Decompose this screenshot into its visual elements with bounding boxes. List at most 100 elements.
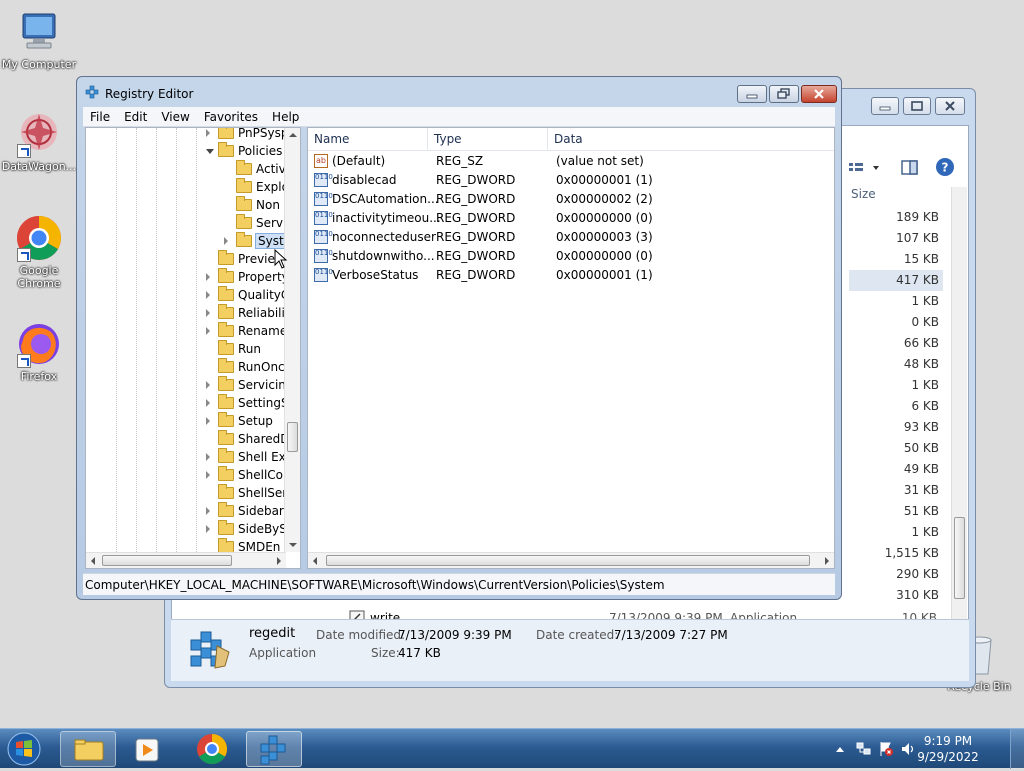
tree-node[interactable]: PnPSysp — [206, 128, 288, 142]
mouse-cursor-icon — [274, 249, 288, 269]
maximize-button[interactable] — [769, 85, 799, 103]
collapsed-arrow-icon[interactable] — [224, 237, 228, 245]
collapsed-arrow-icon[interactable] — [206, 399, 210, 407]
size-cell: 107 KB — [896, 231, 939, 245]
tree-node-label: Sidebar — [238, 504, 284, 518]
value-row[interactable]: 0110 shutdownwitho... REG_DWORD 0x00000000 … — [308, 247, 834, 266]
column-header-data[interactable]: Data — [548, 128, 836, 150]
collapsed-arrow-icon[interactable] — [206, 381, 210, 389]
explorer-minimize-button[interactable] — [871, 97, 899, 115]
scroll-right-icon[interactable] — [272, 553, 286, 569]
network-icon[interactable] — [856, 741, 872, 760]
menu-favorites[interactable]: Favorites — [197, 107, 265, 124]
tree-node[interactable]: Run — [218, 340, 261, 358]
desktop-icon-firefox[interactable]: Firefox — [0, 320, 78, 383]
collapsed-arrow-icon[interactable] — [206, 507, 210, 515]
collapsed-arrow-icon[interactable] — [206, 291, 210, 299]
tree-node[interactable]: Activ — [236, 160, 286, 178]
registry-editor-window[interactable]: Registry Editor File Edit View Favorites Hel… — [76, 76, 842, 600]
menu-edit[interactable]: Edit — [117, 107, 154, 124]
tree-node[interactable]: Previe — [218, 250, 275, 268]
show-desktop-button[interactable] — [1010, 729, 1024, 769]
tree-node[interactable]: SideByS — [206, 520, 287, 538]
explorer-maximize-button[interactable] — [903, 97, 931, 115]
collapsed-arrow-icon[interactable] — [206, 327, 210, 335]
key-tree[interactable]: PnPSysp Policies Activ Explo Non Serv Syste Pre… — [85, 127, 301, 569]
tree-node[interactable]: Serv — [236, 214, 283, 232]
taskbar-media-player-button[interactable] — [120, 731, 176, 767]
collapsed-arrow-icon[interactable] — [206, 525, 210, 533]
desktop-icon-my-computer[interactable]: My Computer — [0, 8, 78, 71]
menu-view[interactable]: View — [154, 107, 196, 124]
tree-node[interactable]: Explo — [236, 178, 289, 196]
scroll-right-icon[interactable] — [820, 553, 834, 569]
action-center-icon[interactable] — [878, 741, 894, 760]
taskbar: 9:19 PM 9/29/2022 — [0, 728, 1024, 769]
desktop-icon-google-chrome[interactable]: Google Chrome — [0, 214, 78, 290]
start-button[interactable] — [4, 731, 48, 767]
tree-node[interactable]: RunOnc — [218, 358, 285, 376]
tree-node[interactable]: SettingS — [206, 394, 289, 412]
tree-node[interactable]: Rename — [206, 322, 287, 340]
collapsed-arrow-icon[interactable] — [206, 417, 210, 425]
tree-node[interactable]: Non — [236, 196, 280, 214]
tree-node[interactable]: Policies — [206, 142, 282, 160]
taskbar-chrome-button[interactable] — [184, 731, 240, 767]
taskbar-explorer-button[interactable] — [60, 731, 116, 767]
expanded-arrow-icon[interactable] — [206, 149, 214, 154]
tree-node[interactable]: Shell Ext — [206, 448, 290, 466]
tree-node[interactable]: QualityC — [206, 286, 289, 304]
value-row[interactable]: 0110 inactivitytimeou... REG_DWORD 0x000000… — [308, 209, 834, 228]
value-row[interactable]: 0110 disablecad REG_DWORD 0x00000001 (1) — [308, 171, 834, 190]
value-row[interactable]: ab (Default) REG_SZ (value not set) — [308, 152, 834, 171]
tree-vertical-scrollbar[interactable] — [284, 128, 300, 552]
tree-node[interactable]: Property — [206, 268, 289, 286]
values-list[interactable]: Name Type Data ab (Default) REG_SZ (value n… — [307, 127, 835, 569]
menu-help[interactable]: Help — [265, 107, 306, 124]
help-icon[interactable]: ? — [935, 157, 955, 180]
scroll-left-icon[interactable] — [308, 553, 322, 569]
menu-file[interactable]: File — [83, 107, 117, 124]
value-row[interactable]: 0110 noconnecteduser REG_DWORD 0x00000003 (… — [308, 228, 834, 247]
collapsed-arrow-icon[interactable] — [206, 453, 210, 461]
tree-node[interactable]: Servicin — [206, 376, 286, 394]
scroll-left-icon[interactable] — [86, 553, 100, 569]
tree-node-label: SettingS — [238, 396, 289, 410]
binary-value-icon: 0110 — [314, 211, 333, 225]
scroll-up-icon[interactable] — [285, 128, 301, 142]
tree-node[interactable]: ShellSer — [218, 484, 287, 502]
volume-icon[interactable] — [900, 741, 916, 760]
collapsed-arrow-icon[interactable] — [206, 471, 210, 479]
tree-node[interactable]: Setup — [206, 412, 273, 430]
clock[interactable]: 9:19 PM 9/29/2022 — [916, 733, 980, 765]
values-horizontal-scrollbar[interactable] — [308, 552, 834, 568]
preview-pane-icon[interactable] — [901, 159, 919, 180]
tree-horizontal-scrollbar[interactable] — [86, 552, 286, 568]
value-row[interactable]: 0110 VerboseStatus REG_DWORD 0x00000001 (1) — [308, 266, 834, 285]
minimize-button[interactable] — [737, 85, 767, 103]
collapsed-arrow-icon[interactable] — [206, 129, 210, 137]
collapsed-arrow-icon[interactable] — [206, 309, 210, 317]
scroll-down-icon[interactable] — [285, 538, 301, 552]
title-bar[interactable]: Registry Editor — [77, 77, 841, 107]
column-header-type[interactable]: Type — [428, 128, 548, 150]
show-hidden-icons-icon[interactable] — [834, 743, 846, 757]
explorer-vertical-scrollbar[interactable] — [951, 187, 967, 619]
tree-node[interactable]: Sidebar — [206, 502, 284, 520]
explorer-close-button[interactable] — [935, 97, 965, 115]
desktop-icon-datawagon[interactable]: DataWagon... — [0, 110, 78, 173]
taskbar-regedit-button[interactable] — [246, 731, 302, 767]
tree-node[interactable]: ShellCor — [206, 466, 288, 484]
close-button[interactable] — [801, 85, 837, 103]
value-row[interactable]: 0110 DSCAutomation... REG_DWORD 0x00000002 … — [308, 190, 834, 209]
value-data: 0x00000001 (1) — [556, 268, 653, 282]
tree-node[interactable]: Reliabili — [206, 304, 285, 322]
views-icon[interactable] — [849, 161, 879, 180]
column-header-name[interactable]: Name — [308, 128, 428, 150]
size-column: Size 189 KB 107 KB 15 KB 417 KB 1 KB 0 KB 66 K… — [849, 187, 943, 606]
collapsed-arrow-icon[interactable] — [206, 273, 210, 281]
folder-icon — [236, 232, 252, 247]
tree-node[interactable]: SharedD — [218, 430, 290, 448]
folder-icon — [218, 358, 234, 373]
size-column-header[interactable]: Size — [849, 187, 943, 207]
